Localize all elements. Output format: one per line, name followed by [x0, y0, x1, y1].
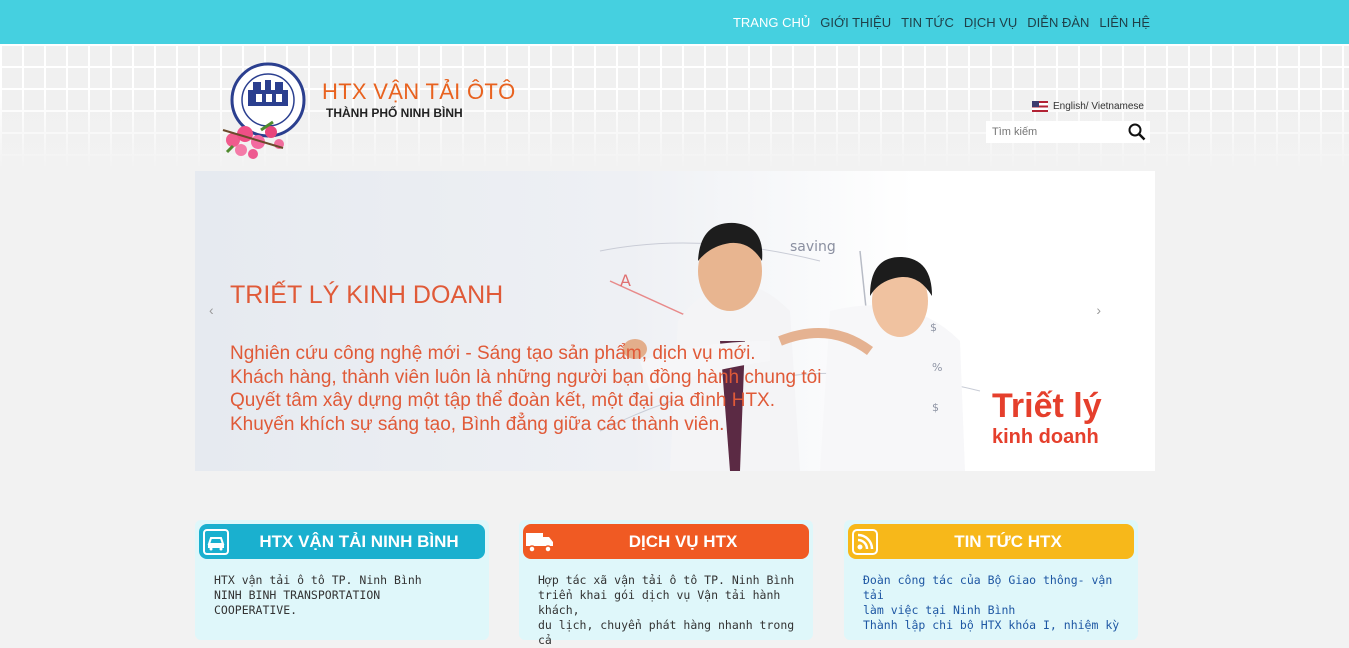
news-link[interactable]: Thành lập chi bộ HTX khóa I, nhiệm kỳ — [863, 618, 1125, 633]
site-title: HTX VẬN TẢI ÔTÔ — [322, 79, 516, 104]
banner-stamp-line1: Triết lý — [992, 387, 1102, 425]
card-line: triển khai gói dịch vụ Vận tải hành khác… — [538, 588, 781, 617]
card-text: Hợp tác xã vận tải ô tô TP. Ninh Bình tr… — [538, 573, 800, 648]
rss-icon — [848, 524, 882, 559]
svg-text:A: A — [620, 271, 631, 290]
card-line: NINH BINH TRANSPORTATION — [214, 588, 381, 602]
site-subtitle: THÀNH PHỐ NINH BÌNH — [326, 106, 463, 120]
logo-icon[interactable] — [213, 60, 323, 160]
card-line: Hợp tác xã vận tải ô tô TP. Ninh Bình — [538, 573, 795, 587]
car-icon — [199, 524, 233, 559]
card-line: COOPERATIVE. — [214, 603, 298, 617]
nav-contact[interactable]: LIÊN HỆ — [1099, 15, 1150, 30]
card-news: TIN TỨC HTX Đoàn công tác của Bộ Giao th… — [844, 520, 1138, 640]
card-title: DỊCH VỤ HTX — [628, 531, 738, 551]
truck-icon — [523, 524, 557, 559]
hero-slider: ‹ › A saving $ % $ TRIẾT LÝ KINH DOANH N… — [195, 171, 1155, 471]
card-header[interactable]: HTX VẬN TẢI NINH BÌNH — [199, 524, 485, 559]
svg-text:%: % — [932, 361, 942, 374]
slider-prev-icon[interactable]: ‹ — [209, 302, 214, 318]
search-input[interactable] — [986, 121, 1128, 143]
card-services: DỊCH VỤ HTX Hợp tác xã vận tải ô tô TP. … — [519, 520, 813, 647]
svg-text:saving: saving — [790, 239, 836, 255]
header-fade — [0, 44, 1349, 170]
banner-line: Khách hàng, thành viên luôn là những ngư… — [230, 366, 822, 388]
card-title: TIN TỨC HTX — [954, 531, 1062, 551]
svg-text:$: $ — [932, 401, 939, 414]
news-link[interactable]: làm việc tại Ninh Bình — [863, 603, 1125, 618]
us-flag-icon — [1032, 101, 1048, 112]
card-line: HTX vận tải ô tô TP. Ninh Bình — [214, 573, 422, 587]
language-switch[interactable]: English/ Vietnamese — [1032, 101, 1144, 112]
card-cooperative: HTX VẬN TẢI NINH BÌNH HTX vận tải ô tô T… — [195, 520, 489, 640]
slider-next-icon[interactable]: › — [1096, 302, 1101, 318]
nav-about[interactable]: GIỚI THIỆU — [820, 15, 891, 30]
nav-news[interactable]: TIN TỨC — [901, 15, 954, 30]
news-link[interactable]: Đoàn công tác của Bộ Giao thông- vận tải — [863, 573, 1125, 603]
banner-text: Nghiên cứu công nghệ mới - Sáng tạo sản … — [230, 342, 821, 436]
card-text: HTX vận tải ô tô TP. Ninh Bình NINH BINH… — [214, 573, 476, 618]
banner-line: Khuyến khích sự sáng tạo, Bình đẳng giữa… — [230, 413, 725, 435]
nav-services[interactable]: DỊCH VỤ — [964, 15, 1017, 30]
language-label: English/ Vietnamese — [1053, 101, 1144, 112]
main-menu: TRANG CHỦ GIỚI THIỆU TIN TỨC DỊCH VỤ DIỄ… — [723, 0, 1150, 44]
banner-line: Quyết tâm xây dựng một tập thể đoàn kết,… — [230, 390, 776, 411]
top-navigation-bar: TRANG CHỦ GIỚI THIỆU TIN TỨC DỊCH VỤ DIỄ… — [0, 0, 1349, 44]
banner-stamp-line2: kinh doanh — [992, 426, 1099, 448]
card-text: Đoàn công tác của Bộ Giao thông- vận tải… — [863, 573, 1125, 633]
search-box — [986, 121, 1150, 143]
card-title: HTX VẬN TẢI NINH BÌNH — [259, 531, 459, 551]
search-icon[interactable] — [1128, 123, 1146, 141]
card-header[interactable]: TIN TỨC HTX — [848, 524, 1134, 559]
svg-text:$: $ — [930, 321, 937, 334]
nav-home[interactable]: TRANG CHỦ — [733, 15, 810, 30]
banner-line: Nghiên cứu công nghệ mới - Sáng tạo sản … — [230, 343, 756, 364]
card-header[interactable]: DỊCH VỤ HTX — [523, 524, 809, 559]
nav-forum[interactable]: DIỄN ĐÀN — [1027, 15, 1089, 30]
banner-title: TRIẾT LÝ KINH DOANH — [230, 281, 504, 309]
